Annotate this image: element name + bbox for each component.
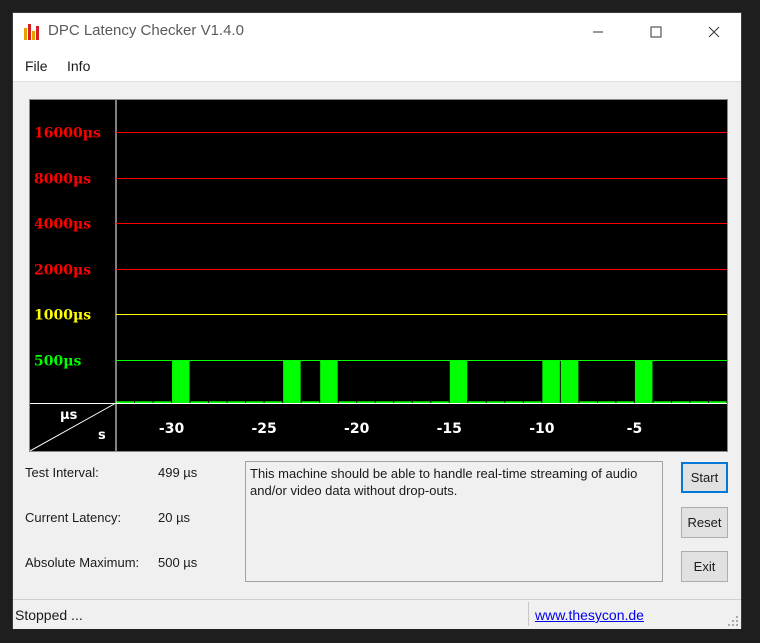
latency-bar <box>671 401 690 403</box>
test-interval-label: Test Interval: <box>25 465 99 480</box>
menu-bar: File Info <box>13 51 741 82</box>
app-window: DPC Latency Checker V1.4.0 File Info 160… <box>12 12 742 629</box>
latency-bar <box>283 360 301 403</box>
latency-bar <box>468 401 486 403</box>
latency-bar <box>486 401 505 403</box>
test-interval-value: 499 µs <box>158 465 198 480</box>
x-tick-label: -25 <box>251 421 276 437</box>
status-bar: Stopped ... www.thesycon.de <box>13 599 741 629</box>
latency-bar <box>375 401 394 403</box>
latency-bar <box>431 401 449 403</box>
absolute-maximum-label: Absolute Maximum: <box>25 555 140 570</box>
x-tick-label: -20 <box>344 421 370 437</box>
x-tick-label: -15 <box>437 421 462 437</box>
latency-bar <box>116 401 135 403</box>
latency-bar <box>246 401 264 403</box>
latency-bar <box>209 401 227 403</box>
latency-bar <box>135 401 153 403</box>
website-link[interactable]: www.thesycon.de <box>535 607 644 623</box>
absolute-maximum-value: 500 µs <box>158 555 198 570</box>
y-tick-label: 500µs <box>34 354 81 370</box>
x-tick-label: -5 <box>627 421 643 437</box>
window-title: DPC Latency Checker V1.4.0 <box>48 22 244 39</box>
latency-bar <box>597 401 616 403</box>
latency-bar <box>653 401 671 403</box>
latency-bar <box>505 401 523 403</box>
corner-x-unit: s <box>98 428 106 443</box>
latency-bar <box>690 401 708 403</box>
resize-grip-icon[interactable] <box>727 615 739 627</box>
latency-bar <box>338 401 357 403</box>
latency-bar <box>579 401 597 403</box>
latency-graph: 16000µs 8000µs 4000µs 2000µs 1000µs 500µs µs s -… <box>29 99 728 452</box>
latency-bar <box>190 401 209 403</box>
app-logo-icon <box>24 24 39 40</box>
latency-chart: 16000µs 8000µs 4000µs 2000µs 1000µs 500µs µs s -… <box>30 100 727 451</box>
menu-info[interactable]: Info <box>67 58 90 74</box>
start-button[interactable]: Start <box>681 462 728 493</box>
minimize-icon <box>593 31 603 33</box>
latency-bar <box>320 360 338 403</box>
status-divider <box>528 602 529 626</box>
title-bar[interactable]: DPC Latency Checker V1.4.0 <box>13 13 741 51</box>
current-latency-value: 20 µs <box>158 510 191 525</box>
y-tick-label: 4000µs <box>34 217 91 233</box>
latency-bar <box>394 401 412 403</box>
latency-bar <box>560 360 579 403</box>
current-latency-label: Current Latency: <box>25 510 122 525</box>
y-tick-label: 2000µs <box>34 263 91 279</box>
y-tick-label: 8000µs <box>34 172 91 188</box>
latency-bar <box>172 360 190 403</box>
maximize-button[interactable] <box>627 13 685 51</box>
latency-bar <box>301 401 320 403</box>
maximize-icon <box>650 26 662 38</box>
reset-button[interactable]: Reset <box>681 507 728 538</box>
close-button[interactable] <box>685 13 743 51</box>
latency-bar <box>153 401 172 403</box>
latency-bar <box>616 401 634 403</box>
latency-bar <box>264 401 283 403</box>
latency-bar <box>634 360 653 403</box>
close-icon <box>708 26 720 38</box>
corner-y-unit: µs <box>60 408 78 423</box>
latency-bar <box>523 401 542 403</box>
minimize-button[interactable] <box>569 13 627 51</box>
latency-bar <box>412 401 431 403</box>
latency-bar <box>357 401 375 403</box>
x-tick-label: -10 <box>529 421 555 437</box>
latency-bar <box>227 401 246 403</box>
y-tick-label: 1000µs <box>34 308 91 324</box>
status-message-box: This machine should be able to handle re… <box>245 461 663 582</box>
exit-button[interactable]: Exit <box>681 551 728 582</box>
x-tick-label: -30 <box>159 421 185 437</box>
menu-file[interactable]: File <box>25 58 48 74</box>
status-text: Stopped ... <box>15 607 83 623</box>
latency-bar <box>449 360 468 403</box>
latency-bar <box>542 360 560 403</box>
latency-bar <box>708 401 727 403</box>
y-tick-label: 16000µs <box>34 126 101 142</box>
